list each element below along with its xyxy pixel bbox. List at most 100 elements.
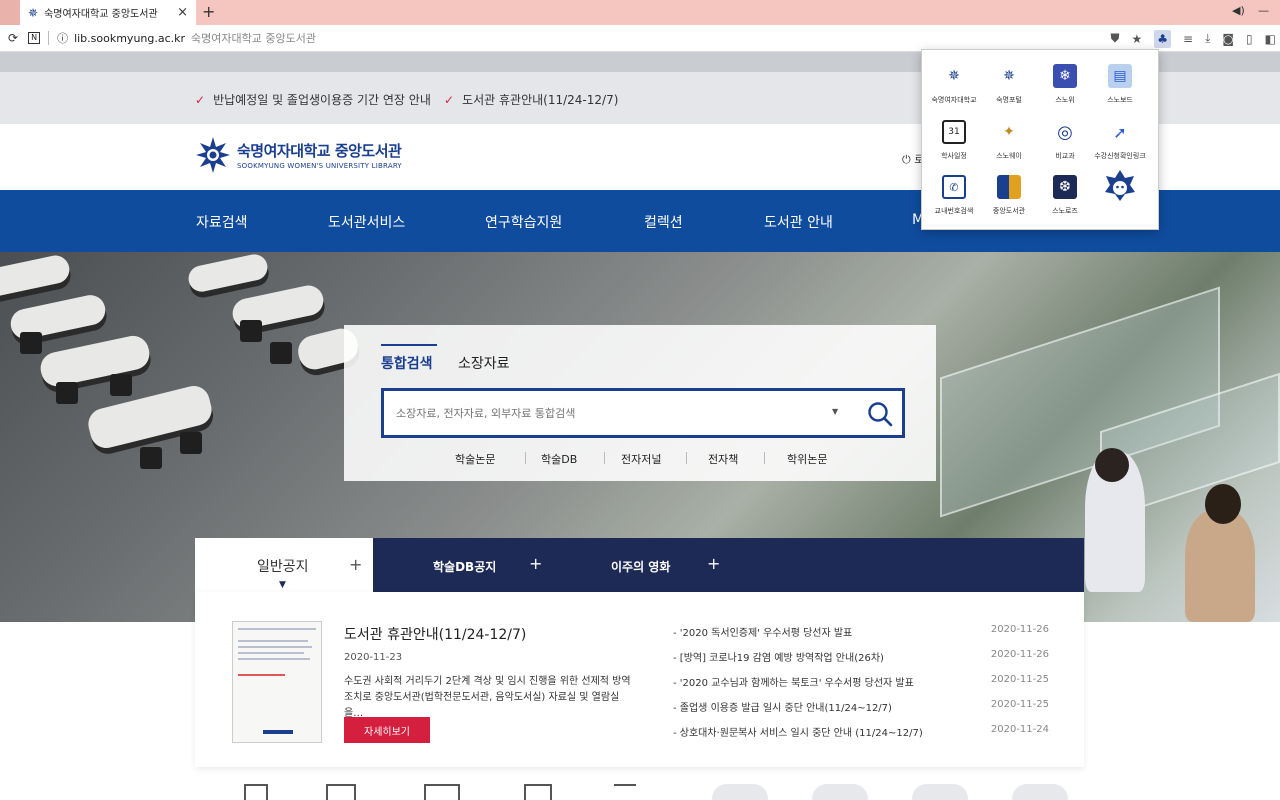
board-tabs: 일반공지 + ▼ 학술DB공지 + 이주의 영화 + [195, 538, 1084, 592]
speaker-icon[interactable]: ◀) [1232, 4, 1245, 17]
notice-item-label: 도서관 휴관안내(11/24-12/7) [462, 93, 619, 107]
nav-item-services[interactable]: 도서관서비스 [328, 212, 405, 232]
browser-tab[interactable]: ✵ 숙명여자대학교 중앙도서관 × [20, 0, 196, 25]
popup-item-mascot[interactable] [1092, 168, 1148, 202]
poster-line [238, 658, 310, 660]
popup-item-label: 숙명포털 [996, 96, 1022, 104]
active-arrow-icon: ▼ [279, 580, 286, 590]
quick-link-ebook[interactable]: 전자책 [708, 451, 738, 467]
sidebar-icon[interactable]: ◧ [1265, 32, 1276, 46]
hero-chair [20, 332, 42, 354]
tab-integrated-search[interactable]: 통합검색 [381, 344, 437, 373]
quick-menu-icon[interactable] [326, 784, 356, 800]
quick-menu-icon[interactable] [614, 784, 636, 800]
hero-chair [140, 447, 162, 469]
logo-korean: 숙명여자대학교 중앙도서관 [237, 142, 402, 160]
quick-link-ejournal[interactable]: 전자저널 [621, 451, 661, 467]
notice-item[interactable]: ✓ 도서관 휴관안내(11/24-12/7) [444, 91, 618, 108]
quick-link-thesis[interactable]: 학위논문 [787, 451, 827, 467]
url-page-title[interactable]: 숙명여자대학교 중앙도서관 [191, 30, 316, 46]
popup-item-portal[interactable]: ✵ 숙명포털 [981, 64, 1037, 105]
popup-item-label: 중앙도서관 [992, 207, 1026, 215]
popup-item-phone[interactable]: ✆ 교내번호검색 [926, 175, 982, 216]
popup-item-snowrose[interactable]: ❆ 스노로즈 [1037, 175, 1093, 216]
notice-item[interactable]: ✓ 반납예정일 및 졸업생이용증 기간 연장 안내 [195, 91, 431, 108]
browser-tab-bar: ✵ 숙명여자대학교 중앙도서관 × + ◀) — [0, 0, 1280, 25]
extension-mascot-icon[interactable]: ♣ [1154, 29, 1172, 48]
popup-item-extracurricular[interactable]: ◎ 비교과 [1037, 120, 1093, 161]
reader-mode-icon[interactable]: ▯ [1246, 32, 1253, 46]
search-panel: 통합검색 소장자료 ▼ 학술논문 학술DB 전자저널 전자책 학위논문 [344, 325, 936, 481]
list-item[interactable]: - 졸업생 이용증 발급 일시 중단 안내(11/24~12/7) 2020-11… [673, 697, 1049, 722]
minimize-icon[interactable]: — [1258, 4, 1269, 17]
list-item[interactable]: - '2020 독서인증제' 우수서평 당선자 발표 2020-11-26 [673, 622, 1049, 647]
shield-icon[interactable]: ⛊ [1110, 31, 1119, 46]
nav-item-collection[interactable]: 컬렉션 [644, 212, 683, 232]
quick-menu-icon[interactable] [244, 784, 268, 800]
tab-scroll-left[interactable] [0, 0, 20, 25]
popup-item-label: 스노위 [1055, 96, 1075, 104]
tab-general-notice[interactable]: 일반공지 + ▼ [195, 538, 373, 592]
hero-person [1205, 484, 1241, 524]
popup-item-snowboard[interactable]: ▤ 스노보드 [1092, 64, 1148, 105]
popup-item-label: 스노보드 [1107, 96, 1133, 104]
reload-icon[interactable]: ⟳ [8, 31, 18, 45]
tab-weekly-movie[interactable]: 이주의 영화 [611, 558, 670, 575]
list-item[interactable]: - '2020 교수님과 함께하는 북토크' 우수서평 당선자 발표 2020-1… [673, 672, 1049, 697]
notice-poster-image[interactable] [232, 621, 322, 743]
popup-item-calendar[interactable]: 31 학사일정 [926, 120, 982, 161]
list-item[interactable]: - 상호대차·원문복사 서비스 일시 중단 안내 (11/24~12/7) 202… [673, 722, 1049, 747]
quick-link-articles[interactable]: 학술논문 [455, 451, 495, 467]
reader-icon[interactable]: N [28, 32, 41, 44]
quick-menu-circle[interactable] [712, 784, 768, 800]
hero-person [1185, 510, 1255, 622]
bookmark-star-icon[interactable]: ★ [1131, 32, 1142, 46]
quick-menu-circle[interactable] [812, 784, 868, 800]
nav-item-research[interactable]: 연구학습지원 [485, 212, 562, 232]
popup-item-snoway[interactable]: ✦ 스노웨이 [981, 120, 1037, 161]
quick-menu-circle[interactable] [1012, 784, 1068, 800]
map-pin-icon: ✦ [1003, 124, 1015, 140]
popup-item-enrollment[interactable]: ➚ 수강신청확인링크 [1092, 120, 1148, 161]
plus-icon[interactable]: + [529, 554, 542, 573]
tab-close-icon[interactable]: × [177, 5, 188, 20]
quick-menu-icon[interactable] [424, 784, 460, 800]
url-host[interactable]: lib.sookmyung.ac.kr [74, 32, 185, 45]
hero-chair [270, 342, 292, 364]
quick-link-db[interactable]: 학술DB [541, 451, 577, 467]
tab-holdings[interactable]: 소장자료 [458, 353, 510, 373]
more-button[interactable]: 자세히보기 [344, 717, 430, 743]
library-logo[interactable]: 숙명여자대학교 중앙도서관 SOOKMYUNG WOMEN'S UNIVERSI… [195, 136, 402, 174]
quick-menu-icon[interactable] [524, 784, 552, 800]
featured-title[interactable]: 도서관 휴관안내(11/24-12/7) [344, 624, 526, 644]
poster-logo [263, 730, 293, 734]
camera-icon[interactable]: ◙ [1222, 32, 1234, 46]
site-info-icon[interactable]: ⓘ [57, 30, 68, 46]
logo-english: SOOKMYUNG WOMEN'S UNIVERSITY LIBRARY [237, 162, 402, 170]
plus-icon[interactable]: + [349, 555, 362, 574]
search-input[interactable] [396, 403, 816, 423]
portal-emblem-icon: ✵ [1003, 68, 1015, 84]
nav-item-search[interactable]: 자료검색 [196, 212, 248, 232]
popup-item-snowe[interactable]: ❄ 스노위 [1037, 64, 1093, 105]
quick-menu-circle[interactable] [912, 784, 968, 800]
tab-db-notice[interactable]: 학술DB공지 [433, 558, 496, 575]
divider [604, 452, 605, 464]
search-icon[interactable] [866, 400, 894, 428]
list-item-date: 2020-11-26 [990, 624, 1049, 635]
playlist-icon[interactable]: ≡ [1183, 32, 1193, 46]
list-item[interactable]: - [방역] 코로나19 감염 예방 방역작업 안내(26차) 2020-11-2… [673, 647, 1049, 672]
tab-favicon-icon: ✵ [28, 5, 39, 20]
new-tab-button[interactable]: + [202, 2, 215, 21]
hero-table [0, 252, 72, 300]
plus-icon[interactable]: + [707, 554, 720, 573]
divider [686, 452, 687, 464]
toolbar-icons: ⛊ ★ ♣ ≡ ⤓ ◙ ▯ ◧ [1110, 25, 1280, 52]
download-icon[interactable]: ⤓ [1205, 31, 1210, 46]
popup-item-university[interactable]: ✵ 숙명여자대학교 [926, 64, 982, 105]
nav-item-about[interactable]: 도서관 안내 [764, 212, 833, 232]
popup-item-library[interactable]: 중앙도서관 [981, 175, 1037, 216]
list-item-date: 2020-11-24 [990, 724, 1049, 735]
search-scope-dropdown-icon[interactable]: ▼ [832, 407, 838, 416]
list-item-title: - 졸업생 이용증 발급 일시 중단 안내(11/24~12/7) [673, 703, 892, 714]
